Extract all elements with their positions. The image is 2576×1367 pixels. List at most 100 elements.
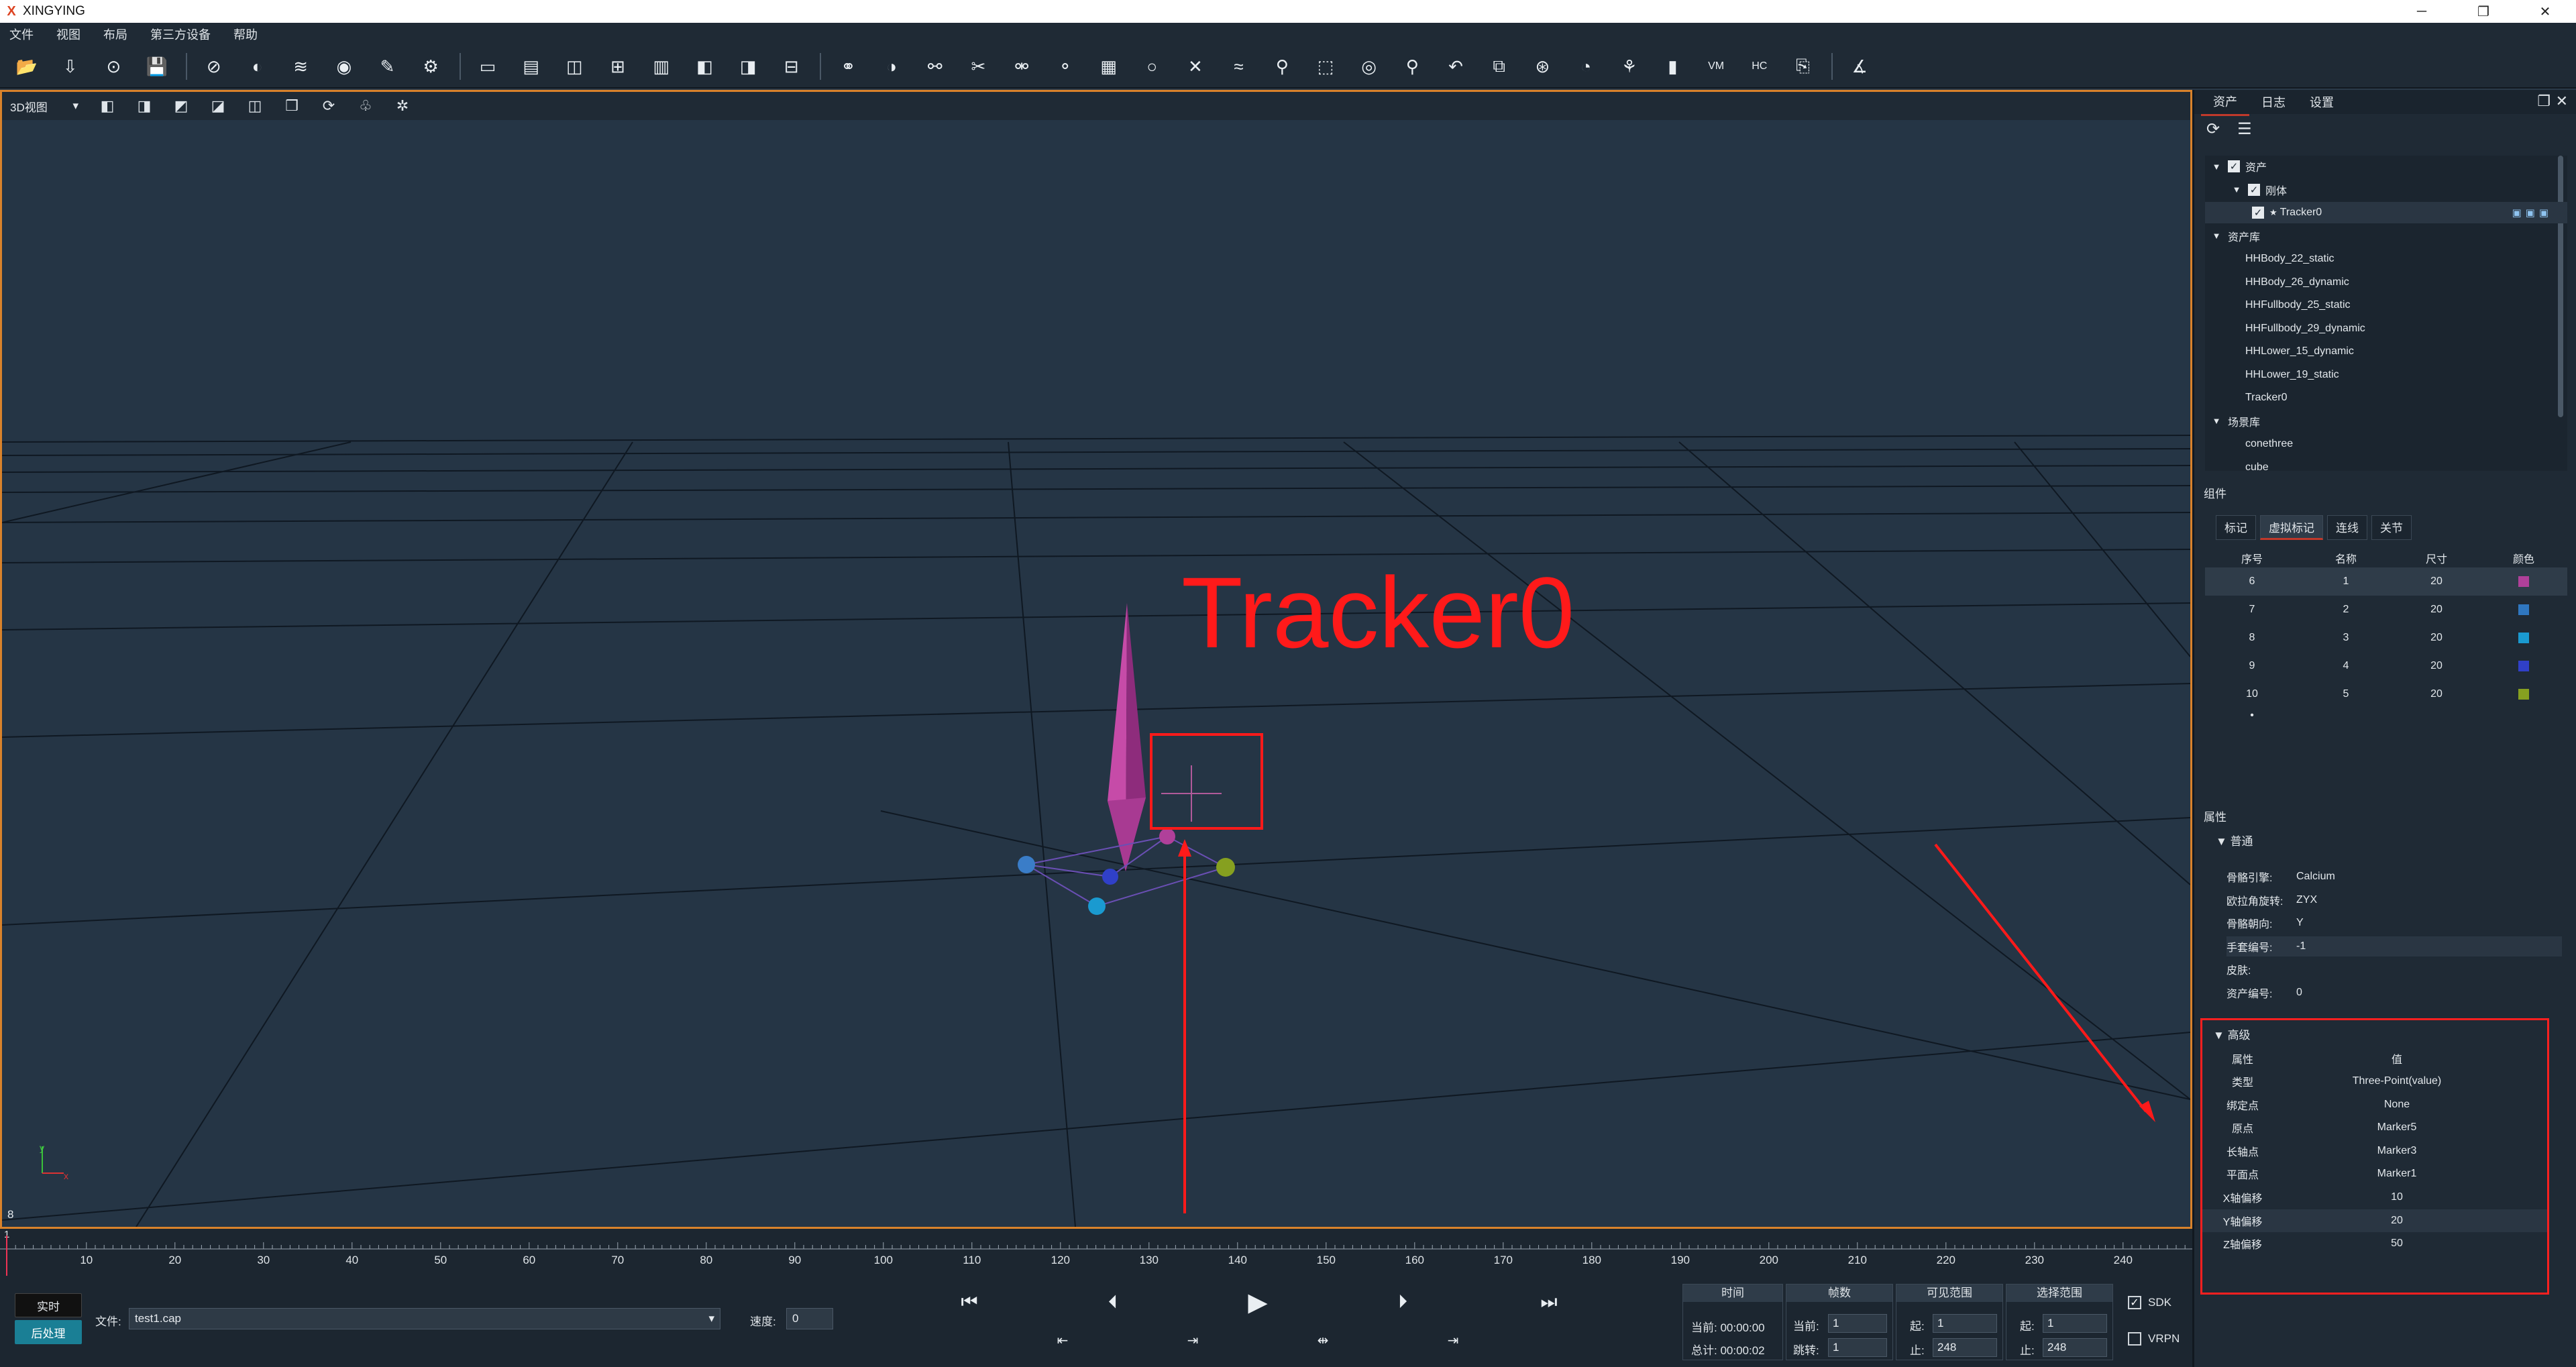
- edit-icon[interactable]: ✎: [373, 52, 402, 81]
- file-select[interactable]: test1.cap ▾: [129, 1308, 720, 1329]
- post-process-button[interactable]: 后处理: [15, 1320, 82, 1344]
- general-property-row[interactable]: 皮肤:: [2226, 959, 2562, 979]
- tree-asset-library[interactable]: ▼ 资产库: [2205, 225, 2567, 247]
- timeline[interactable]: 1 10 20 30 40 50 60 70 80 90 100 110 120 130 140 150 16…: [0, 1229, 2192, 1276]
- connect-icon[interactable]: ⚮: [1007, 52, 1036, 81]
- export-icon[interactable]: ⎘: [1788, 52, 1818, 81]
- view-left-icon[interactable]: ◩: [168, 95, 195, 117]
- remove-marker-icon[interactable]: ✕: [1181, 52, 1210, 81]
- advanced-section-toggle[interactable]: ▼ 高级: [2213, 1026, 2251, 1042]
- frames-current-input[interactable]: 1: [1828, 1314, 1887, 1333]
- general-property-row[interactable]: 欧拉角旋转: ZYX: [2226, 890, 2562, 910]
- angle-icon[interactable]: ∡: [1845, 52, 1874, 81]
- mark-in-icon[interactable]: ⇤: [1051, 1328, 1075, 1352]
- advanced-property-row[interactable]: 原点 Marker5: [2202, 1116, 2547, 1139]
- speed-icon[interactable]: ◔: [1571, 52, 1601, 81]
- graph-icon[interactable]: ⚘: [1615, 52, 1644, 81]
- hc-icon[interactable]: HC: [1745, 52, 1774, 81]
- skip-to-end-icon[interactable]: ⏭: [1532, 1285, 1566, 1319]
- play-icon[interactable]: ▶: [1240, 1284, 1276, 1320]
- component-row[interactable]: 9 4 20: [2205, 652, 2567, 680]
- skip-to-start-icon[interactable]: ⏮: [953, 1285, 986, 1319]
- sdk-checkbox[interactable]: ✓: [2128, 1296, 2141, 1309]
- tab-log[interactable]: 日志: [2249, 89, 2298, 115]
- bar-chart-icon[interactable]: ▮: [1658, 52, 1687, 81]
- component-row[interactable]: 8 3 20: [2205, 624, 2567, 652]
- tree-library-item[interactable]: HHLower_19_static: [2205, 364, 2567, 386]
- reset-view-icon[interactable]: ⟳: [315, 95, 342, 117]
- tree-library-item[interactable]: HHFullbody_29_dynamic: [2205, 318, 2567, 339]
- color-swatch[interactable]: [2518, 661, 2529, 671]
- view-back-icon[interactable]: ◨: [131, 95, 158, 117]
- tree-library-item[interactable]: HHBody_26_dynamic: [2205, 272, 2567, 293]
- general-property-row[interactable]: 骨骼朝向: Y: [2226, 913, 2562, 933]
- filter-icon[interactable]: ⚲: [1267, 52, 1297, 81]
- layers-icon[interactable]: ≋: [286, 52, 315, 81]
- component-row[interactable]: 10 5 20: [2205, 680, 2567, 708]
- speed-input[interactable]: 0: [786, 1308, 833, 1329]
- tab-assets[interactable]: 资产: [2201, 89, 2249, 116]
- right-split-icon[interactable]: ◨: [733, 52, 763, 81]
- step-back-icon[interactable]: ⏴: [1096, 1285, 1130, 1319]
- visibility-checkbox[interactable]: ✓: [2248, 183, 2260, 196]
- skeleton-icon[interactable]: ⚲: [1397, 52, 1427, 81]
- refresh-icon[interactable]: ⟳: [2206, 119, 2220, 139]
- view-top-icon[interactable]: ◫: [241, 95, 268, 117]
- screenshot-icon[interactable]: ⧉: [1485, 52, 1514, 81]
- quad-view-icon[interactable]: ⊟: [777, 52, 806, 81]
- layers-icon[interactable]: ☰: [2237, 119, 2252, 139]
- visibility-checkbox[interactable]: ✓: [2252, 207, 2264, 219]
- left-split-icon[interactable]: ◧: [690, 52, 719, 81]
- mirror-icon[interactable]: ◐: [242, 52, 272, 81]
- view-select[interactable]: 3D视图 ▾: [10, 96, 84, 116]
- visible-start-input[interactable]: 1: [1933, 1314, 1997, 1333]
- tree-scene-library[interactable]: ▼ 场景库: [2205, 411, 2567, 432]
- cut-icon[interactable]: ✂: [963, 52, 993, 81]
- row-action-icons[interactable]: ▣▣▣: [2512, 207, 2553, 219]
- visibility-checkbox[interactable]: ✓: [2228, 160, 2240, 172]
- general-section[interactable]: ▼ 普通: [2216, 832, 2253, 849]
- expand-triangle-icon[interactable]: ▼: [2212, 162, 2221, 172]
- menu-help[interactable]: 帮助: [233, 25, 258, 43]
- open-folder-icon[interactable]: 📂: [12, 52, 42, 81]
- vm-icon[interactable]: VM: [1701, 52, 1731, 81]
- advanced-property-row[interactable]: X轴偏移 10: [2202, 1186, 2547, 1209]
- split-horizontal-icon[interactable]: ▤: [517, 52, 546, 81]
- tree-scene-item[interactable]: conethree: [2205, 433, 2567, 455]
- realtime-button[interactable]: 实时: [15, 1293, 82, 1317]
- save-icon[interactable]: 💾: [142, 52, 172, 81]
- asset-tree[interactable]: ▼ ✓ 资产 ▼ ✓ 刚体 ✓ ★ Tracker0 ▣▣▣ ▼ 资产库 HHBody_22_stati…: [2205, 156, 2567, 471]
- menu-third-party[interactable]: 第三方设备: [150, 25, 211, 43]
- menu-view[interactable]: 视图: [56, 25, 80, 43]
- tab-connections[interactable]: 连线: [2327, 515, 2367, 540]
- viewport-3d[interactable]: 3D视图 ▾ ◧ ◨ ◩ ◪ ◫ ❒ ⟳ ♧ ✲ Tracker0 y x 8: [0, 90, 2192, 1229]
- select-end-input[interactable]: 248: [2043, 1338, 2107, 1357]
- tree-library-item[interactable]: HHLower_15_dynamic: [2205, 341, 2567, 362]
- tab-virtual-markers[interactable]: 虚拟标记: [2260, 515, 2323, 540]
- timeline-ruler[interactable]: 10 20 30 40 50 60 70 80 90 100 110 120 130 140 150 160 1…: [0, 1236, 2192, 1276]
- settings-gear-icon[interactable]: ⚙: [416, 52, 445, 81]
- restore-button[interactable]: ❐: [2453, 0, 2514, 23]
- color-swatch[interactable]: [2518, 576, 2529, 587]
- advanced-property-row[interactable]: 平面点 Marker1: [2202, 1162, 2547, 1185]
- target-icon[interactable]: ◎: [1354, 52, 1384, 81]
- record-icon[interactable]: ⊛: [1527, 52, 1557, 81]
- minimize-button[interactable]: ─: [2391, 0, 2453, 23]
- advanced-property-row[interactable]: 绑定点 None: [2202, 1093, 2547, 1116]
- view-bottom-icon[interactable]: ❒: [278, 95, 305, 117]
- grid-view-icon[interactable]: ⊞: [603, 52, 633, 81]
- advanced-property-row[interactable]: 长轴点 Marker3: [2202, 1140, 2547, 1162]
- magic-wand-icon[interactable]: ✲: [389, 95, 416, 117]
- mark-range-icon[interactable]: ⇥: [1181, 1328, 1205, 1352]
- link-icon[interactable]: ⚯: [920, 52, 950, 81]
- view-front-icon[interactable]: ◧: [94, 95, 121, 117]
- color-swatch[interactable]: [2518, 689, 2529, 700]
- component-row[interactable]: 7 2 20: [2205, 596, 2567, 624]
- single-view-icon[interactable]: ▭: [473, 52, 502, 81]
- split-vertical-icon[interactable]: ◫: [559, 52, 589, 81]
- color-swatch[interactable]: [2518, 604, 2529, 615]
- general-property-row[interactable]: 骨骼引擎: Calcium: [2226, 867, 2562, 887]
- expand-triangle-icon[interactable]: ▼: [2232, 184, 2241, 195]
- wave-icon[interactable]: ≈: [1224, 52, 1254, 81]
- frames-jump-input[interactable]: 1: [1828, 1338, 1887, 1357]
